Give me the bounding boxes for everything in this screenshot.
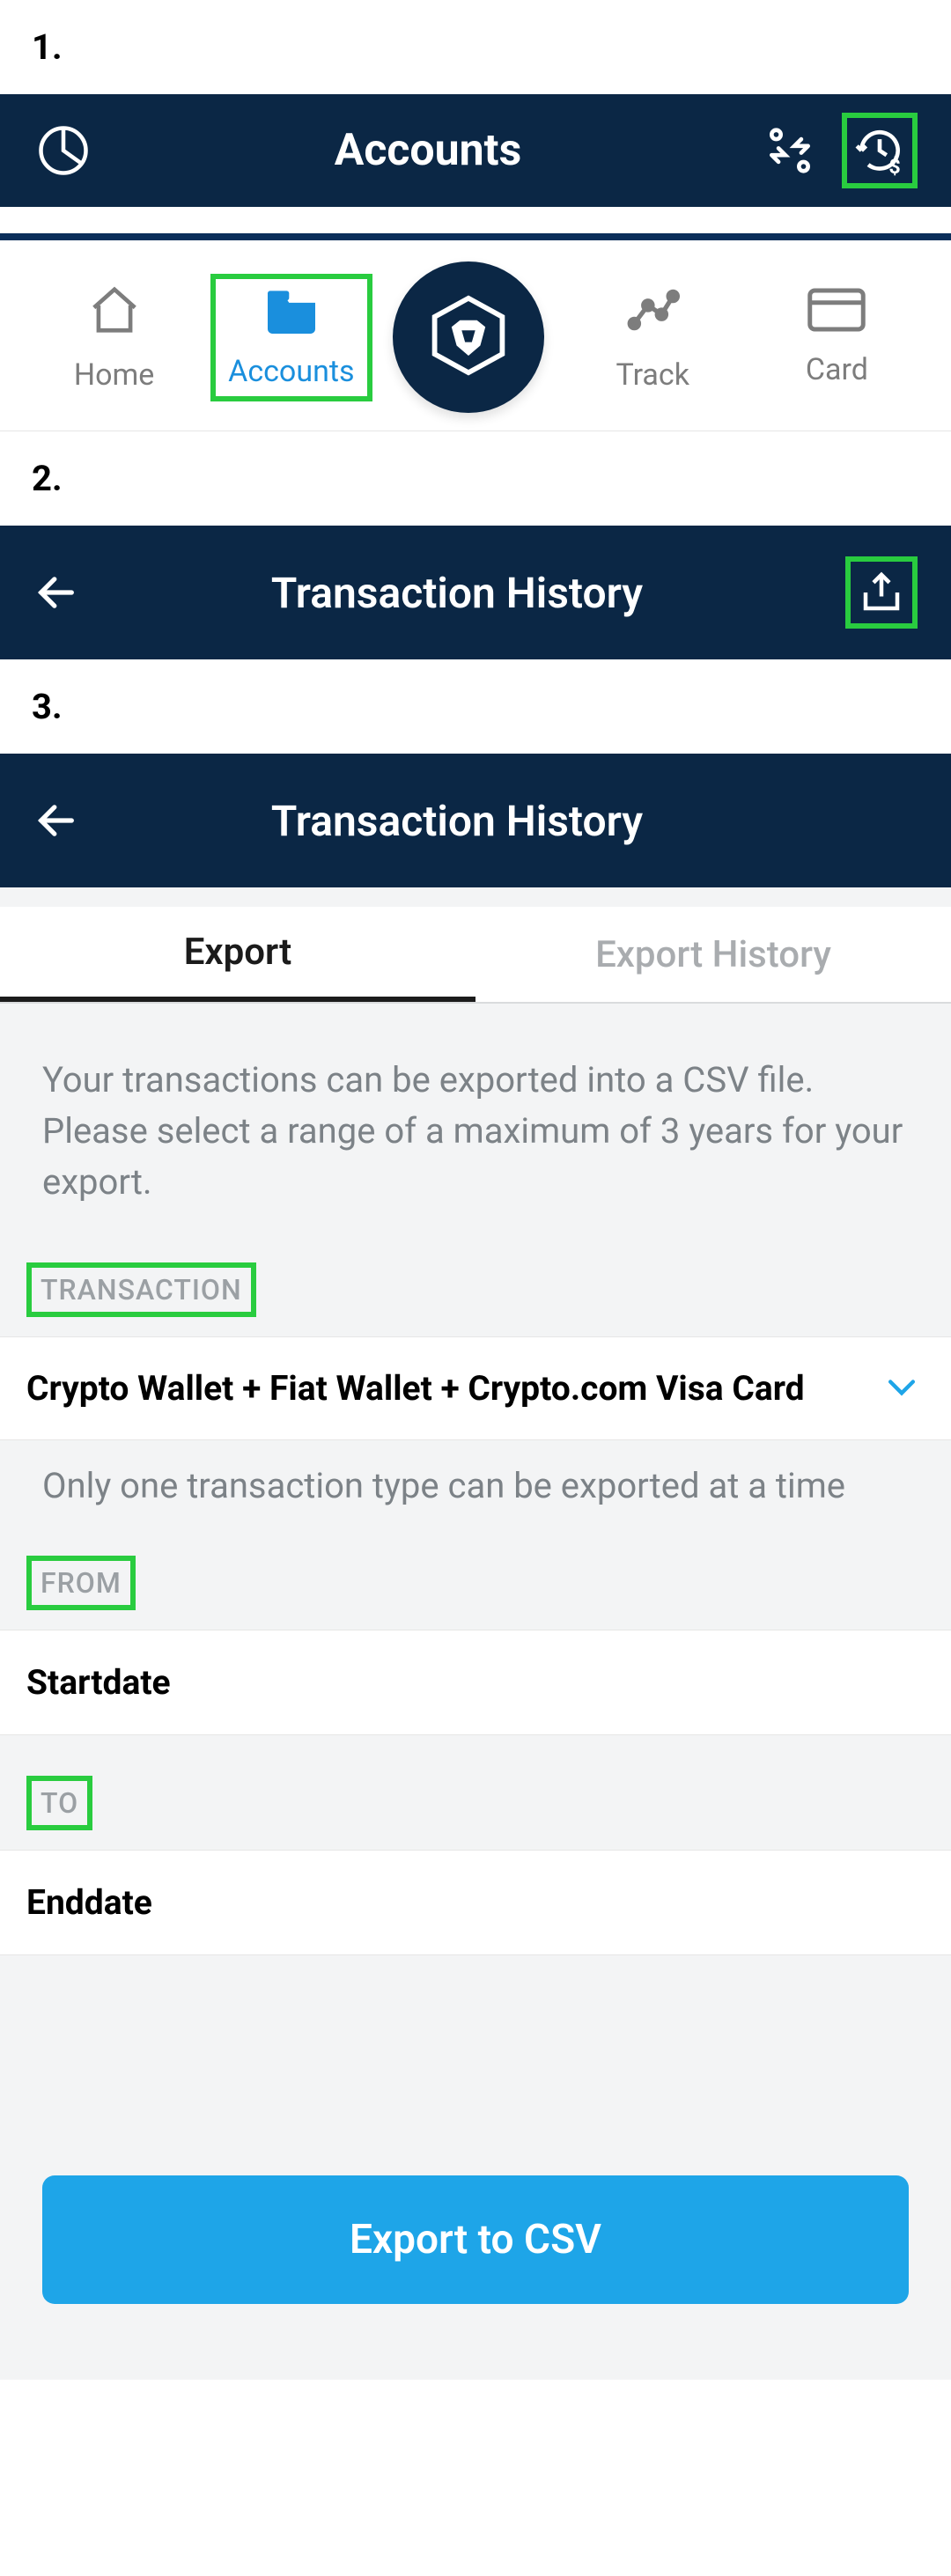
home-icon — [87, 283, 142, 345]
export-icon-highlighted[interactable] — [845, 556, 918, 629]
nav-accounts-label: Accounts — [228, 354, 354, 389]
nav-accounts-highlighted: Accounts — [210, 274, 372, 401]
tab-export[interactable]: Export — [0, 907, 476, 1002]
start-date-field[interactable]: Startdate — [0, 1630, 951, 1735]
from-label: FROM — [32, 1561, 130, 1605]
wallet-selection: Crypto Wallet + Fiat Wallet + Crypto.com… — [26, 1368, 805, 1409]
step-3-label: 3. — [0, 659, 951, 754]
step-2-label: 2. — [0, 431, 951, 526]
tab-export-history[interactable]: Export History — [476, 907, 951, 1002]
folder-icon — [262, 286, 321, 342]
to-label-highlighted: TO — [26, 1776, 92, 1830]
to-label: TO — [32, 1781, 87, 1825]
svg-text:$: $ — [888, 154, 900, 178]
chevron-down-icon — [882, 1367, 921, 1409]
nav-track-label: Track — [616, 357, 689, 393]
nav-home[interactable]: Home — [26, 283, 202, 393]
header-title: Accounts — [93, 125, 763, 176]
export-to-csv-button[interactable]: Export to CSV — [42, 2175, 909, 2304]
from-label-highlighted: FROM — [26, 1556, 136, 1610]
nav-card[interactable]: Card — [749, 288, 925, 387]
accounts-header: Accounts $ — [0, 94, 951, 207]
transaction-label-highlighted: TRANSACTION — [26, 1262, 256, 1317]
bottom-nav: Home Accounts — [0, 233, 951, 431]
crypto-com-logo-icon — [426, 293, 511, 381]
nav-accounts[interactable]: Accounts — [228, 286, 354, 389]
history-icon-highlighted[interactable]: $ — [842, 113, 918, 188]
transaction-label: TRANSACTION — [32, 1268, 251, 1312]
export-info-text: Your transactions can be exported into a… — [0, 1004, 951, 1262]
card-icon — [807, 288, 866, 340]
nav-track[interactable]: Track — [565, 283, 741, 393]
th-title-2: Transaction History — [60, 796, 854, 846]
step-1-label: 1. — [0, 0, 951, 94]
transaction-history-bar-1: Transaction History — [0, 526, 951, 659]
export-tabs: Export Export History — [0, 907, 951, 1004]
track-icon — [625, 283, 680, 345]
nav-card-label: Card — [806, 352, 868, 387]
pie-chart-icon[interactable] — [33, 121, 93, 180]
transaction-history-bar-2: Transaction History — [0, 754, 951, 887]
wallet-note: Only one transaction type can be exporte… — [0, 1440, 951, 1556]
nav-home-label: Home — [74, 357, 155, 393]
transfer-icon[interactable] — [763, 123, 817, 178]
nav-logo[interactable] — [381, 261, 557, 413]
end-date-field[interactable]: Enddate — [0, 1850, 951, 1955]
th-title-1: Transaction History — [60, 568, 854, 618]
wallet-dropdown[interactable]: Crypto Wallet + Fiat Wallet + Crypto.com… — [0, 1336, 951, 1440]
